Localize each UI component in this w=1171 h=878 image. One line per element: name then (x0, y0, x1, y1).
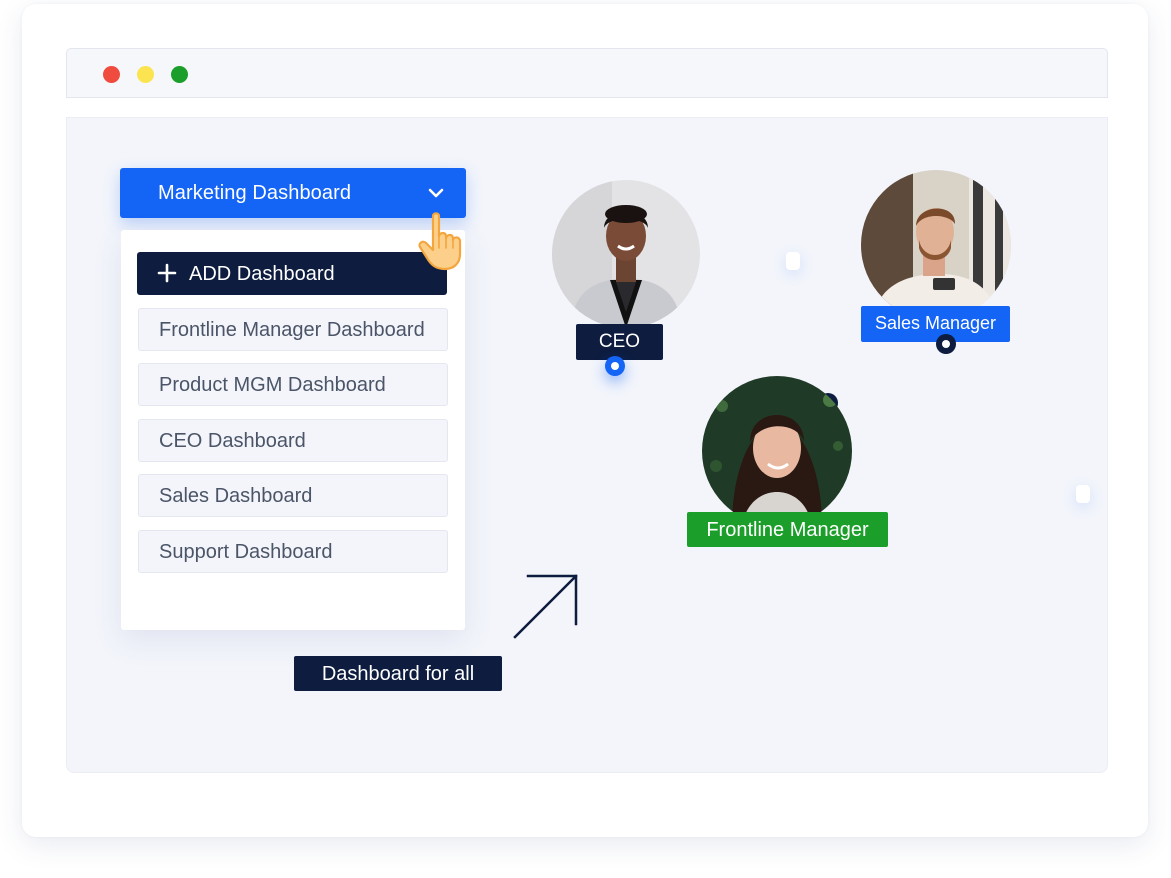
close-window-button[interactable] (103, 66, 120, 83)
sales-manager-role-label: Sales Manager (874, 313, 997, 333)
sales-manager-avatar (861, 170, 1011, 320)
minimize-window-button[interactable] (137, 66, 154, 83)
dashboard-selector-label: Marketing Dashboard (158, 182, 352, 204)
add-dashboard-button[interactable]: ADD Dashboard (137, 252, 447, 295)
ceo-role-label: CEO (598, 331, 641, 352)
dropdown-item-label: Product MGM Dashboard (159, 374, 386, 396)
maximize-window-button[interactable] (171, 66, 188, 83)
dashboard-for-all-caption: Dashboard for all (294, 656, 502, 691)
dropdown-item-label: CEO Dashboard (159, 430, 306, 452)
frontline-manager-role-tag: Frontline Manager (687, 512, 888, 547)
dropdown-item-sales[interactable]: Sales Dashboard (138, 474, 448, 517)
ceo-role-tag: CEO (576, 324, 663, 360)
add-dashboard-label: ADD Dashboard (189, 263, 335, 285)
decorative-node (786, 252, 800, 270)
frontline-manager-role-label: Frontline Manager (706, 519, 869, 541)
dropdown-item-label: Sales Dashboard (159, 485, 313, 507)
caption-text: Dashboard for all (321, 663, 475, 685)
arrow-up-right-icon (513, 574, 578, 639)
sales-manager-connector-dot (936, 334, 956, 354)
window-titlebar (66, 48, 1108, 98)
ceo-connector-dot (605, 356, 625, 376)
decorative-node (1076, 485, 1090, 503)
pointer-hand-icon (418, 212, 462, 271)
chevron-down-icon (428, 188, 444, 198)
ceo-avatar (552, 180, 700, 328)
dashboard-selector[interactable]: Marketing Dashboard (120, 168, 466, 218)
sales-manager-role-tag: Sales Manager (861, 306, 1010, 342)
plus-icon (157, 263, 177, 283)
frontline-manager-avatar (702, 376, 852, 526)
dropdown-item-product-mgm[interactable]: Product MGM Dashboard (138, 363, 448, 406)
dropdown-item-label: Support Dashboard (159, 541, 333, 563)
dropdown-item-ceo[interactable]: CEO Dashboard (138, 419, 448, 462)
dropdown-item-label: Frontline Manager Dashboard (159, 319, 425, 341)
dropdown-item-frontline-manager[interactable]: Frontline Manager Dashboard (138, 308, 448, 351)
dropdown-item-support[interactable]: Support Dashboard (138, 530, 448, 573)
